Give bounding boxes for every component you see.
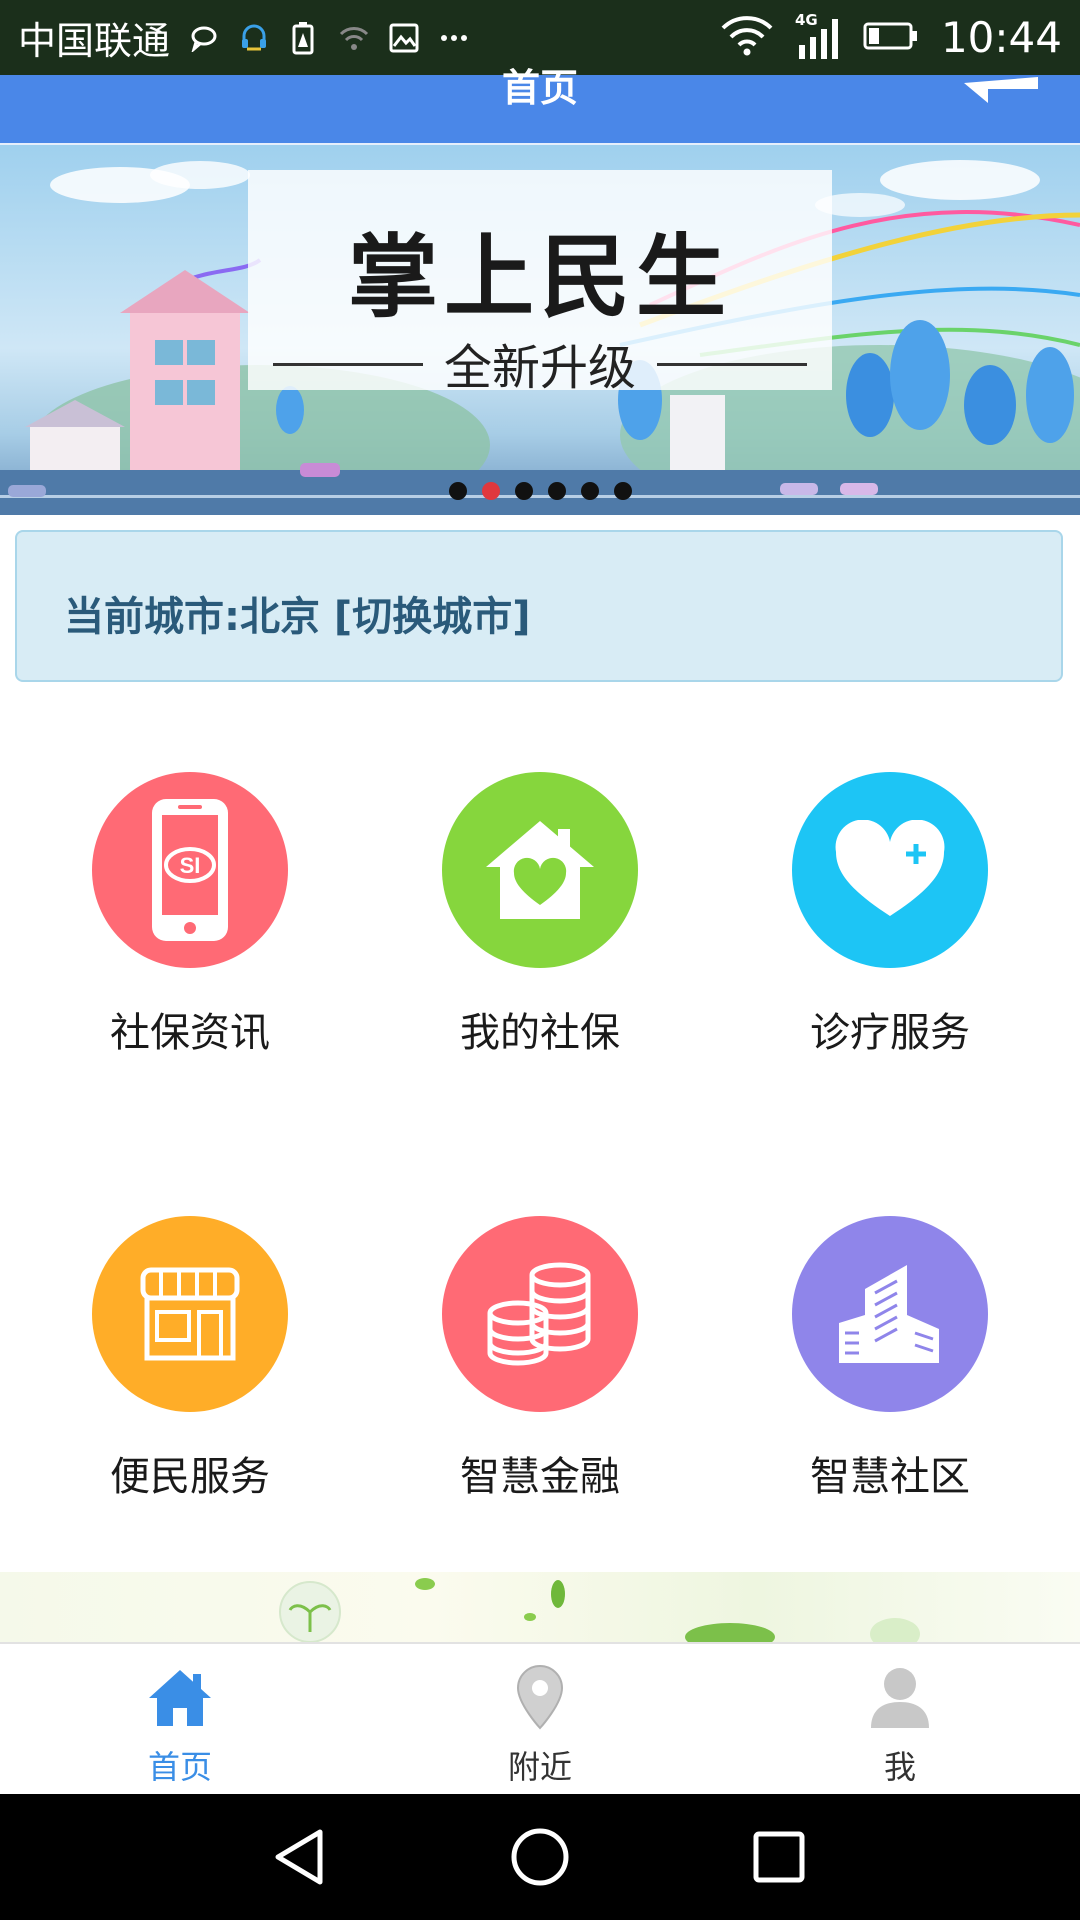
tab-home[interactable]: 首页 <box>80 1644 280 1796</box>
bottom-tab-bar: 首页 附近 我 <box>0 1642 1080 1796</box>
house-heart-icon <box>442 772 638 968</box>
buildings-icon <box>792 1216 988 1412</box>
battery-icon <box>863 21 919 55</box>
carousel-dot[interactable] <box>613 482 632 500</box>
current-city-label[interactable]: 当前城市:北京 [切换城市] <box>64 584 530 642</box>
banner-divider-right <box>657 363 807 366</box>
current-city-box[interactable]: 当前城市:北京 [切换城市] <box>15 530 1063 682</box>
service-label: 智慧金融 <box>460 1454 620 1500</box>
location-pin-icon <box>516 1664 564 1730</box>
carousel-dot-active[interactable] <box>481 482 500 500</box>
service-social-security-news[interactable]: SI 社保资讯 <box>40 772 340 1058</box>
phone-si-icon: SI <box>92 772 288 968</box>
carousel-dot[interactable] <box>547 482 566 500</box>
svg-text:SI: SI <box>180 853 201 878</box>
service-medical[interactable]: 诊疗服务 <box>740 772 1040 1058</box>
tab-nearby[interactable]: 附近 <box>440 1644 640 1796</box>
tab-label: 我 <box>883 1748 916 1786</box>
headset-icon <box>238 22 270 54</box>
carousel-indicators <box>0 482 1080 500</box>
cell-signal-icon: 4G <box>795 11 841 61</box>
carousel-dot[interactable] <box>580 482 599 500</box>
more-icon <box>438 22 470 54</box>
decorative-banner-strip <box>0 1572 1080 1642</box>
carousel-dot[interactable] <box>448 482 467 500</box>
recents-square-icon[interactable] <box>753 1831 805 1883</box>
battery-warning-icon <box>288 21 320 54</box>
home-circle-icon[interactable] <box>511 1828 569 1886</box>
chat-bubble-icon <box>188 22 220 54</box>
service-label: 社保资讯 <box>110 1010 270 1056</box>
service-smart-finance[interactable]: 智慧金融 <box>390 1216 690 1502</box>
banner-carousel[interactable]: 掌上民生 全新升级 <box>0 145 1080 515</box>
wifi-icon <box>721 15 773 60</box>
image-icon <box>388 22 420 54</box>
service-label: 智慧社区 <box>810 1454 970 1500</box>
tab-label: 首页 <box>147 1748 212 1786</box>
banner-card: 掌上民生 全新升级 <box>248 170 832 396</box>
storefront-icon <box>92 1216 288 1412</box>
heart-plus-icon <box>792 772 988 968</box>
back-arrow-icon[interactable] <box>960 75 1040 105</box>
user-icon <box>871 1668 929 1728</box>
service-label: 便民服务 <box>110 1454 270 1500</box>
wifi-unknown-icon <box>338 22 370 54</box>
page-title: 首页 <box>501 66 578 110</box>
service-smart-community[interactable]: 智慧社区 <box>740 1216 1040 1502</box>
back-triangle-icon[interactable] <box>275 1829 323 1885</box>
service-convenience[interactable]: 便民服务 <box>40 1216 340 1502</box>
clock: 10:44 <box>940 13 1062 62</box>
coins-icon <box>442 1216 638 1412</box>
system-navigation-bar <box>0 1794 1080 1920</box>
banner-title: 掌上民生 <box>348 225 732 330</box>
top-header: 首页 <box>0 66 1080 146</box>
network-type: 4G <box>794 10 818 29</box>
tab-label: 附近 <box>507 1748 572 1786</box>
service-label: 诊疗服务 <box>810 1010 970 1056</box>
home-icon <box>149 1670 211 1726</box>
carousel-dot[interactable] <box>514 482 533 500</box>
service-label: 我的社保 <box>460 1010 620 1056</box>
tab-me[interactable]: 我 <box>800 1644 1000 1796</box>
service-my-social-security[interactable]: 我的社保 <box>390 772 690 1058</box>
